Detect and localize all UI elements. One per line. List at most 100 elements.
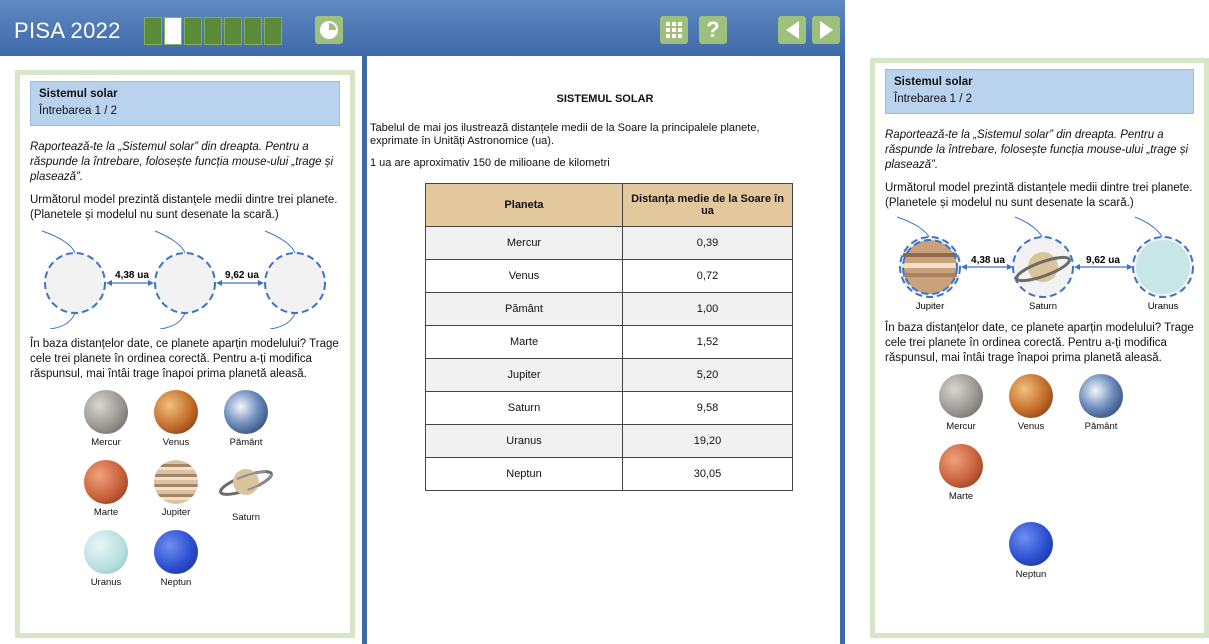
divider (362, 56, 367, 644)
distance-label-2: 9,62 ua (225, 270, 259, 281)
planet-mercur[interactable]: Mercur (933, 374, 989, 432)
planet-marte[interactable]: Marte (933, 444, 989, 502)
planet-saturn[interactable]: Saturn (218, 460, 274, 523)
distance-model: 4,38 ua 9,62 ua (20, 225, 350, 330)
question-panel: Sistemul solar Întrebarea 1 / 2 Raportea… (15, 70, 355, 638)
cell-planet: Venus (425, 259, 623, 293)
pamant-image (224, 390, 268, 434)
question-prompt: În baza distanțelor date, ce planete apa… (30, 338, 339, 380)
cell-distance: 30,05 (622, 457, 793, 491)
next-button[interactable] (812, 16, 840, 44)
answered-question-panel: Sistemul solar Întrebarea 1 / 2 Raportea… (870, 58, 1209, 638)
cell-distance: 0,72 (622, 259, 793, 293)
placed-label: Uranus (1148, 301, 1179, 312)
progress-segment (184, 17, 202, 45)
planet-neptun[interactable]: Neptun (148, 530, 204, 588)
planet-marte[interactable]: Marte (78, 460, 134, 518)
cell-planet: Neptun (425, 457, 623, 491)
planet-label: Neptun (1015, 569, 1047, 580)
planet-label: Mercur (91, 437, 121, 448)
neptun-image (1009, 522, 1053, 566)
planet-label: Mercur (946, 421, 976, 432)
planet-label: Saturn (232, 512, 260, 523)
planet-label: Neptun (160, 577, 192, 588)
planet-label: Marte (948, 491, 974, 502)
cell-distance: 9,58 (622, 391, 793, 425)
mercur-image (84, 390, 128, 434)
cell-planet: Jupiter (425, 358, 623, 392)
neptun-image (154, 530, 198, 574)
next-arrow-icon (819, 21, 833, 39)
question-number: Întrebarea 1 / 2 (894, 93, 972, 105)
planet-bank: Mercur Venus Pământ Marte Neptun (875, 366, 1204, 606)
planet-mercur[interactable]: Mercur (78, 390, 134, 448)
progress-segment (224, 17, 242, 45)
planet-pamant[interactable]: Pământ (218, 390, 274, 448)
column-header-distance: Distanța medie de la Soare în ua (622, 183, 793, 227)
top-bar: PISA 2022 ? (0, 0, 845, 56)
stimulus-intro: Tabelul de mai jos ilustrează distanțele… (370, 122, 760, 147)
venus-image (154, 390, 198, 434)
cell-distance: 1,00 (622, 292, 793, 326)
planet-venus[interactable]: Venus (1003, 374, 1059, 432)
table-row: Jupiter 5,20 (425, 358, 793, 392)
marte-image (84, 460, 128, 504)
drop-zone-2[interactable] (154, 252, 216, 314)
planet-neptun[interactable]: Neptun (1003, 522, 1059, 580)
question-number: Întrebarea 1 / 2 (39, 105, 117, 117)
table-row: Pământ 1,00 (425, 292, 793, 326)
uranus-image (84, 530, 128, 574)
cell-planet: Marte (425, 325, 623, 359)
stimulus-panel: SISTEMUL SOLAR Tabelul de mai jos ilustr… (370, 56, 840, 644)
question-intro: Raportează-te la „Sistemul solar” din dr… (30, 141, 333, 183)
table-row: Mercur 0,39 (425, 226, 793, 260)
question-header: Sistemul solar Întrebarea 1 / 2 (885, 69, 1194, 114)
placed-uranus[interactable] (1136, 240, 1190, 294)
venus-image (1009, 374, 1053, 418)
cell-planet: Pământ (425, 292, 623, 326)
drop-zone-3[interactable] (264, 252, 326, 314)
model-diagram: 4,38 ua 9,62 ua (41, 230, 326, 330)
cell-distance: 19,20 (622, 424, 793, 458)
progress-segment-current (164, 17, 182, 45)
distance-model-filled: 4,38 ua 9,62 ua Jupiter Saturn Uranus (875, 213, 1204, 313)
timer-icon (320, 21, 338, 39)
placed-jupiter[interactable] (902, 239, 958, 295)
question-header: Sistemul solar Întrebarea 1 / 2 (30, 81, 340, 126)
table-row: Venus 0,72 (425, 259, 793, 293)
drop-zone-1[interactable] (44, 252, 106, 314)
planet-jupiter[interactable]: Jupiter (148, 460, 204, 518)
placed-label: Jupiter (916, 301, 945, 312)
saturn-image (219, 469, 273, 496)
planet-label: Pământ (229, 437, 263, 448)
progress-bar (144, 17, 282, 45)
progress-segment (204, 17, 222, 45)
distance-label-1: 4,38 ua (971, 255, 1005, 266)
distance-table: Planeta Distanța medie de la Soare în ua… (425, 183, 793, 491)
cell-planet: Mercur (425, 226, 623, 260)
table-row: Neptun 30,05 (425, 457, 793, 491)
calculator-button[interactable] (660, 16, 688, 44)
table-row: Marte 1,52 (425, 325, 793, 359)
ua-note: 1 ua are aproximativ 150 de milioane de … (370, 157, 610, 169)
help-button[interactable]: ? (699, 16, 727, 44)
planet-pamant[interactable]: Pământ (1073, 374, 1129, 432)
progress-segment (244, 17, 262, 45)
planet-label: Jupiter (161, 507, 191, 518)
timer-button[interactable] (315, 16, 343, 44)
question-prompt: În baza distanțelor date, ce planete apa… (885, 322, 1194, 364)
jupiter-image (154, 460, 198, 504)
planet-uranus[interactable]: Uranus (78, 530, 134, 588)
planet-venus[interactable]: Venus (148, 390, 204, 448)
question-intro: Raportează-te la „Sistemul solar” din dr… (885, 129, 1188, 171)
model-diagram: 4,38 ua 9,62 ua Jupiter Saturn Uranus (896, 216, 1194, 312)
distance-label-2: 9,62 ua (1086, 255, 1120, 266)
cell-distance: 5,20 (622, 358, 793, 392)
progress-segment (144, 17, 162, 45)
calculator-icon (666, 22, 682, 38)
previous-button[interactable] (778, 16, 806, 44)
column-header-planet: Planeta (425, 183, 623, 227)
question-title: Sistemul solar (894, 76, 973, 88)
table-row: Uranus 19,20 (425, 424, 793, 458)
app-title: PISA 2022 (14, 18, 121, 43)
